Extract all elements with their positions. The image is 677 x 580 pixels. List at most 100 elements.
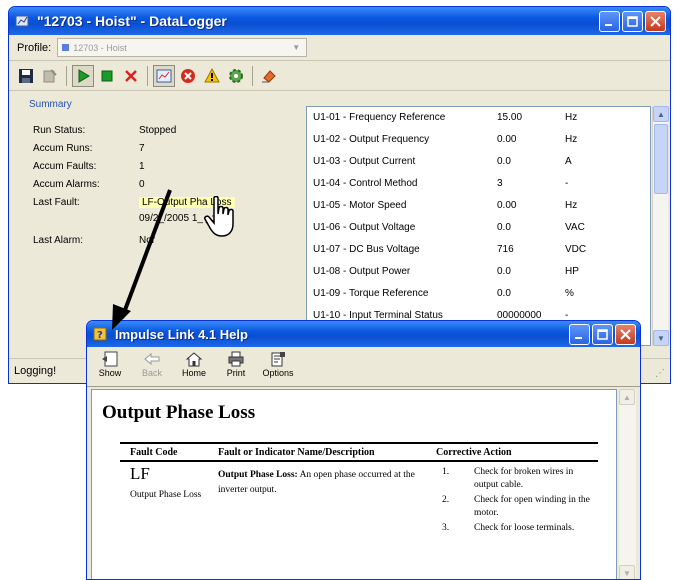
home-button[interactable]: Home: [179, 350, 209, 378]
fault-description: Output Phase Loss: An open phase occurre…: [218, 468, 418, 498]
summary-panel: Summary Run Status: Stopped Accum Runs: …: [13, 95, 303, 341]
monitor-value: 3: [497, 178, 503, 189]
fault-table: Fault Code Fault or Indicator Name/Descr…: [120, 442, 598, 562]
monitor-unit: Hz: [565, 134, 578, 145]
help-toolbar: Show Back Home Print Options: [87, 347, 640, 387]
play-button[interactable]: [72, 64, 94, 87]
faults-button[interactable]: [177, 65, 199, 87]
alarms-button[interactable]: [201, 65, 223, 87]
table-row[interactable]: U1-04 - Control Method 3 -: [307, 173, 650, 195]
fault-table-header: Fault Code Fault or Indicator Name/Descr…: [120, 444, 598, 462]
table-row[interactable]: U1-02 - Output Frequency 0.00 Hz: [307, 129, 650, 151]
monitor-value: 15.00: [497, 112, 523, 123]
column-header: Fault or Indicator Name/Description: [218, 447, 375, 458]
action-text: Check for broken wires in output cable.: [474, 467, 574, 490]
datalogger-titlebar[interactable]: "12703 - Hoist" - DataLogger: [9, 7, 670, 35]
monitor-name: U1-01 - Frequency Reference: [313, 112, 446, 123]
help-titlebar[interactable]: ? Impulse Link 4.1 Help: [87, 321, 640, 347]
monitor-name: U1-03 - Output Current: [313, 156, 416, 167]
scroll-down-icon[interactable]: ▼: [653, 330, 669, 346]
x-icon: [125, 69, 137, 82]
stop-icon: [101, 70, 113, 81]
stop-button[interactable]: [96, 65, 118, 87]
table-row[interactable]: U1-08 - Output Power 0.0 HP: [307, 261, 650, 283]
corrective-action-list: 1. Check for broken wires in output cable…: [436, 466, 596, 537]
close-icon: [620, 328, 631, 340]
column-header: Corrective Action: [436, 447, 512, 458]
table-row[interactable]: U1-06 - Output Voltage 0.0 VAC: [307, 217, 650, 239]
summary-label: Last Alarm:: [33, 235, 84, 246]
minimize-icon: [575, 336, 582, 339]
help-minimize-button[interactable]: [569, 323, 590, 345]
maximize-icon: [597, 328, 608, 340]
summary-value: 1: [139, 161, 145, 172]
table-row[interactable]: U1-07 - DC Bus Voltage 716 VDC: [307, 239, 650, 261]
profile-dropdown[interactable]: 12703 - Hoist ▼: [57, 38, 308, 57]
minimize-icon: [605, 23, 612, 26]
monitor-table: U1-01 - Frequency Reference 15.00 Hz U1-02…: [306, 106, 651, 346]
monitor-value: 0.00: [497, 200, 517, 211]
monitor-scrollbar[interactable]: ▲ ▼: [652, 106, 669, 346]
monitor-value: 0.0: [497, 156, 511, 167]
scroll-up-icon[interactable]: ▲: [653, 106, 669, 122]
action-text: Check for loose terminals.: [474, 523, 575, 533]
clear-button[interactable]: [258, 65, 280, 87]
close-button[interactable]: [645, 10, 666, 32]
corrective-action-item: 2. Check for open winding in the motor.: [436, 494, 596, 520]
action-number: 3.: [442, 523, 450, 533]
fault-icon: [181, 68, 195, 83]
scroll-up-icon[interactable]: ▲: [619, 389, 635, 405]
monitor-name: U1-05 - Motor Speed: [313, 200, 407, 211]
options-button[interactable]: Options: [262, 350, 294, 378]
chevron-down-icon[interactable]: ▼: [289, 41, 303, 54]
summary-label: Accum Faults:: [33, 161, 97, 172]
profile-value: 12703 - Hoist: [73, 42, 127, 53]
back-button[interactable]: Back: [137, 350, 167, 378]
play-icon: [78, 68, 90, 83]
monitor-unit: VDC: [565, 244, 587, 255]
svg-text:?: ?: [97, 330, 103, 341]
monitor-button[interactable]: [153, 64, 175, 87]
toolbar-separator: [252, 65, 253, 86]
scroll-down-icon[interactable]: ▼: [619, 565, 635, 579]
window-title: "12703 - Hoist" - DataLogger: [37, 13, 227, 29]
monitor-unit: VAC: [565, 222, 585, 233]
table-row[interactable]: U1-05 - Motor Speed 0.00 Hz: [307, 195, 650, 217]
help-close-button[interactable]: [615, 323, 636, 345]
monitor-value: 0.0: [497, 266, 511, 277]
save-button[interactable]: [15, 65, 37, 87]
monitor-name: U1-06 - Output Voltage: [313, 222, 416, 233]
action-text: Check for open winding in the motor.: [474, 495, 590, 518]
main-toolbar: [9, 61, 670, 91]
summary-value: Stopped: [139, 125, 177, 136]
profile-label: Profile:: [17, 41, 52, 54]
table-row[interactable]: U1-01 - Frequency Reference 15.00 Hz: [307, 107, 650, 129]
scroll-thumb[interactable]: [654, 124, 668, 194]
back-label: Back: [141, 368, 162, 378]
cancel-button[interactable]: [120, 65, 142, 87]
help-maximize-button[interactable]: [592, 323, 613, 345]
table-row[interactable]: U1-09 - Torque Reference 0.0%: [307, 283, 650, 305]
monitor-unit: HP: [565, 266, 579, 277]
back-arrow-icon: [142, 350, 162, 368]
summary-label: Run Status:: [33, 125, 86, 136]
settings-button[interactable]: [225, 65, 247, 87]
show-button[interactable]: Show: [95, 350, 125, 378]
monitor-unit: -: [565, 178, 569, 189]
monitor-name: U1-09 - Torque Reference: [313, 288, 429, 299]
monitor-name: U1-02 - Output Frequency: [313, 134, 430, 145]
monitor-value: 0.00: [497, 134, 517, 145]
maximize-button[interactable]: [622, 10, 643, 32]
monitor-chart-icon: [156, 69, 172, 82]
help-page-title: Output Phase Loss: [102, 402, 256, 423]
table-row[interactable]: U1-03 - Output Current 0.0 A: [307, 151, 650, 173]
resize-grip-icon[interactable]: ⋰: [655, 368, 667, 380]
help-scrollbar[interactable]: ▲ ▼: [619, 389, 636, 579]
edit-button[interactable]: [39, 65, 61, 87]
summary-value: 0: [139, 179, 145, 190]
home-icon: [184, 350, 204, 368]
edit-icon: [43, 68, 57, 82]
minimize-button[interactable]: [599, 10, 620, 32]
options-icon: [268, 350, 288, 368]
print-button[interactable]: Print: [221, 350, 251, 378]
